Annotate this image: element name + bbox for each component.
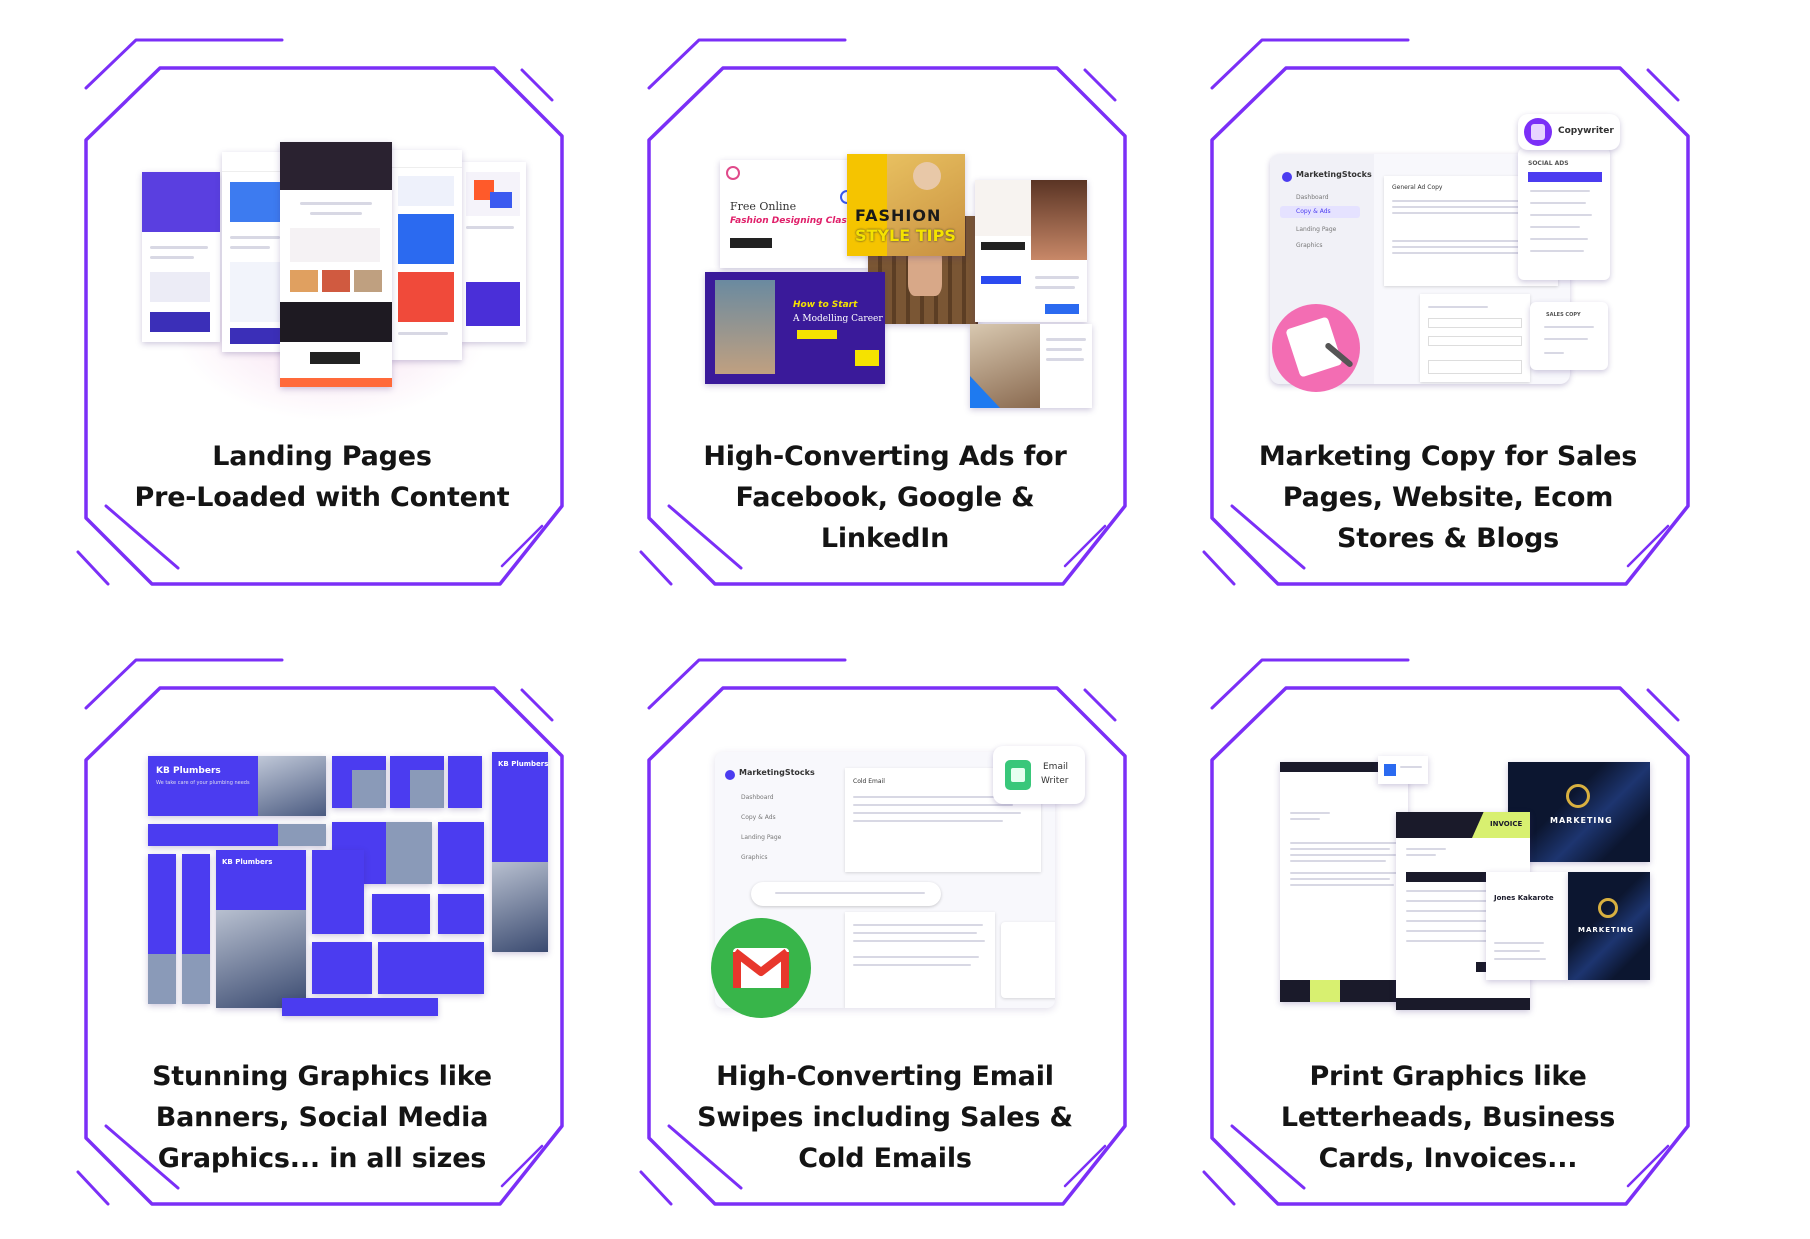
- brand-text: MarketingStocks: [1296, 170, 1372, 179]
- caption-line: Print Graphics like: [1309, 1061, 1587, 1092]
- email-visual: MarketingStocks Dashboard Copy & Ads Lan…: [695, 732, 1095, 1034]
- free-online-text: Free Online: [730, 200, 797, 213]
- style-tips-text: STYLE TIPS: [855, 226, 956, 245]
- caption-line: Facebook, Google &: [735, 482, 1035, 513]
- graphics-visual: KB Plumbers We take care of your plumbin…: [132, 732, 548, 1034]
- copywriter-badge: Copywriter: [1558, 126, 1614, 136]
- menu-item: Copy & Ads: [741, 814, 776, 821]
- caption-line: Cold Emails: [798, 1143, 972, 1174]
- banner-brand: KB Plumbers: [156, 766, 221, 776]
- caption-line: Stores & Blogs: [1337, 523, 1559, 554]
- card-marketing-copy: MarketingStocks Dashboard Copy & Ads Lan…: [1202, 36, 1690, 586]
- card-caption: High-Converting Ads for Facebook, Google…: [685, 436, 1085, 559]
- caption-line: Swipes including Sales &: [697, 1102, 1073, 1133]
- fashion-text: FASHION: [855, 206, 942, 225]
- caption-line: Pages, Website, Ecom: [1282, 482, 1614, 513]
- menu-item: Landing Page: [1296, 226, 1337, 233]
- brand-text: MarketingStocks: [739, 768, 815, 777]
- caption-line: Stunning Graphics like: [152, 1061, 492, 1092]
- caption-line: High-Converting Ads for: [703, 441, 1067, 472]
- card-ads: Free Online Fashion Designing Class FASH…: [639, 36, 1127, 586]
- marketing-card-title: MARKETING: [1578, 926, 1634, 934]
- gmail-icon: [732, 948, 790, 988]
- banner-brand: KB Plumbers: [498, 760, 548, 768]
- caption-line: Marketing Copy for Sales: [1258, 441, 1638, 472]
- doc-title: Cold Email: [853, 778, 885, 785]
- card-caption: Print Graphics like Letterheads, Busines…: [1248, 1056, 1648, 1179]
- caption-line: Cards, Invoices...: [1318, 1143, 1578, 1174]
- caption-line: Banners, Social Media: [155, 1102, 489, 1133]
- caption-line: High-Converting Email: [716, 1061, 1054, 1092]
- caption-line: Pre-Loaded with Content: [134, 482, 510, 513]
- banner-tagline: We take care of your plumbing needs: [156, 780, 250, 786]
- menu-item: Dashboard: [1296, 194, 1329, 201]
- marketing-card-title: MARKETING: [1550, 816, 1613, 825]
- social-ads-text: SOCIAL ADS: [1528, 160, 1569, 167]
- card-print: INVOICE MARKETING Jones Kakarote MARKETI…: [1202, 656, 1690, 1206]
- card-graphics: KB Plumbers We take care of your plumbin…: [76, 656, 564, 1206]
- menu-item: Copy & Ads: [1296, 208, 1331, 215]
- caption-line: Letterheads, Business: [1280, 1102, 1616, 1133]
- menu-item: Graphics: [741, 854, 768, 861]
- how-to-start-text: How to Start: [793, 300, 858, 310]
- landing-pages-visual: [132, 112, 532, 422]
- sales-copy-text: SALES COPY: [1546, 312, 1581, 318]
- email-writer-badge: Email: [1043, 762, 1068, 772]
- invoice-label: INVOICE: [1490, 820, 1523, 828]
- business-card-name: Jones Kakarote: [1494, 894, 1554, 902]
- print-visual: INVOICE MARKETING Jones Kakarote MARKETI…: [1258, 732, 1658, 1034]
- fashion-class-text: Fashion Designing Class: [730, 216, 853, 226]
- doc-title: General Ad Copy: [1392, 184, 1443, 191]
- card-caption: Stunning Graphics like Banners, Social M…: [122, 1056, 522, 1179]
- banner-brand: KB Plumbers: [222, 858, 273, 866]
- card-landing-pages: Landing Pages Pre-Loaded with Content: [76, 36, 564, 586]
- menu-item: Landing Page: [741, 834, 782, 841]
- card-caption: Marketing Copy for Sales Pages, Website,…: [1248, 436, 1648, 559]
- ads-visual: Free Online Fashion Designing Class FASH…: [695, 112, 1095, 414]
- caption-line: Graphics... in all sizes: [157, 1143, 487, 1174]
- card-caption: Landing Pages Pre-Loaded with Content: [122, 436, 522, 518]
- modelling-text: A Modelling Career: [793, 314, 883, 324]
- caption-line: LinkedIn: [820, 523, 950, 554]
- marketing-copy-visual: MarketingStocks Dashboard Copy & Ads Lan…: [1258, 112, 1658, 414]
- menu-item: Dashboard: [741, 794, 774, 801]
- card-caption: High-Converting Email Swipes including S…: [685, 1056, 1085, 1179]
- card-email: MarketingStocks Dashboard Copy & Ads Lan…: [639, 656, 1127, 1206]
- menu-item: Graphics: [1296, 242, 1323, 249]
- caption-line: Landing Pages: [212, 441, 432, 472]
- email-writer-badge: Writer: [1041, 776, 1069, 786]
